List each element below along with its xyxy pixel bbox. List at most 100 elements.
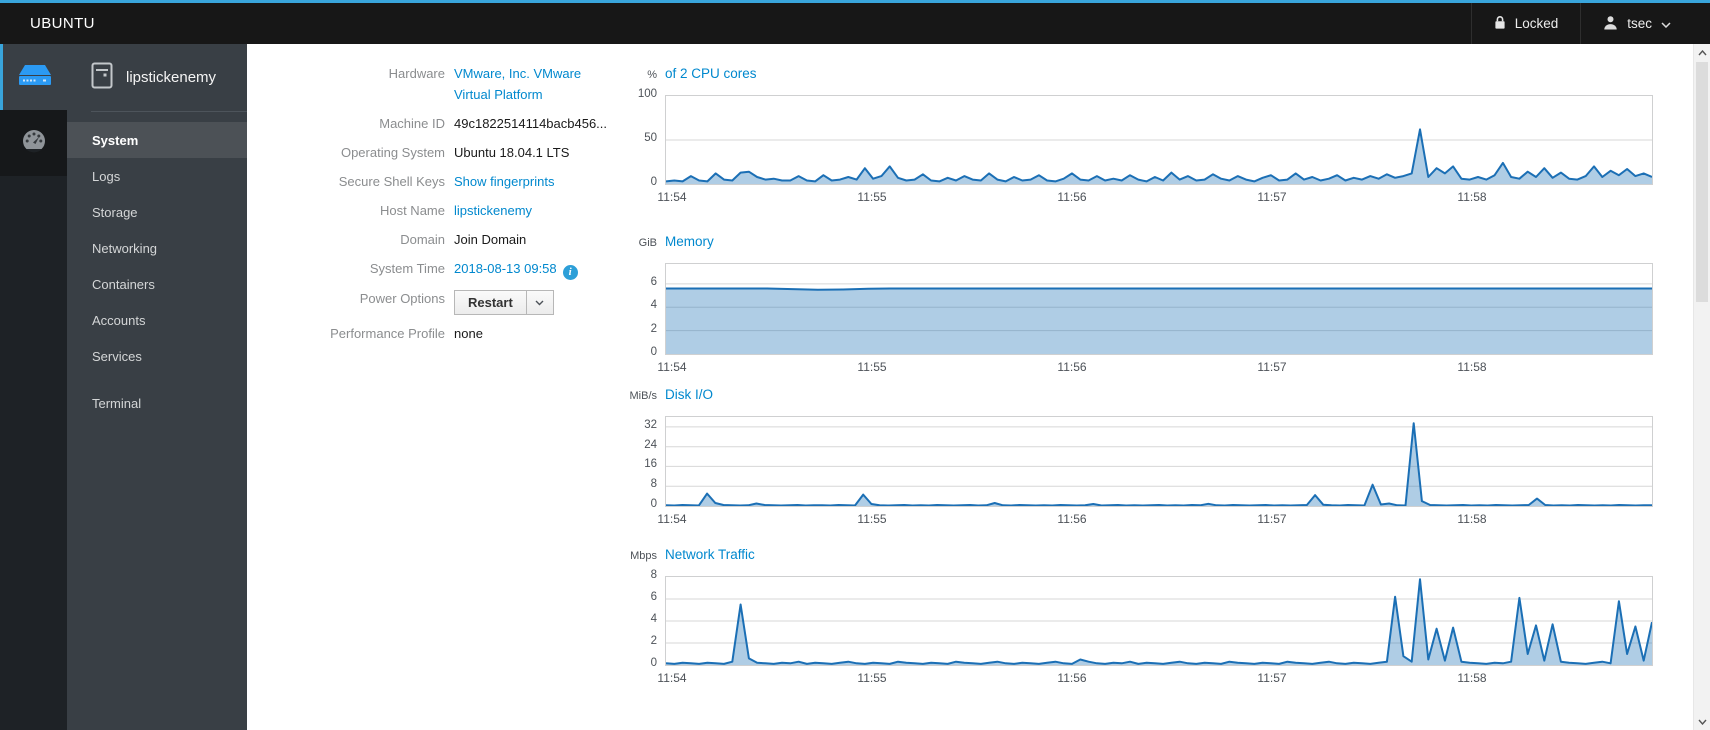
chart-title-link[interactable]: Memory [665,234,714,249]
sidebar-item-terminal[interactable]: Terminal [67,385,247,421]
chart-title-link[interactable]: Network Traffic [665,547,755,562]
chart-network-traffic: Mbps Network Traffic 0 2 4 6 8 11:54 11:55 11:56 1… [595,547,1675,687]
chart-title-link[interactable]: Disk I/O [665,387,713,402]
sidebar-item-system[interactable]: System [67,122,247,158]
y-tick-label: 0 [650,498,657,510]
x-tick-label: 11:55 [857,512,887,526]
detail-value: 49c1822514114bacb456... [454,116,608,131]
sidebar-nav: System Logs Storage Networking Containers Acc… [67,112,247,421]
x-tick-label: 11:58 [1457,512,1487,526]
system-time-link[interactable]: 2018-08-13 09:58 [454,261,557,276]
x-tick-label: 11:56 [1057,671,1087,685]
host-header[interactable]: lipstickenemy [67,44,247,111]
x-tick-label: 11:55 [857,671,887,685]
detail-value: none [454,326,483,341]
chart-header: Mbps Network Traffic [595,547,1675,565]
rail-item-server[interactable] [0,44,67,110]
detail-value-link[interactable]: lipstickenemy [454,203,532,218]
x-tick-label: 11:57 [1257,671,1287,685]
rail-item-dashboard[interactable] [0,110,67,176]
chart-x-axis: 11:54 11:55 11:56 11:57 11:58 [657,512,1675,528]
detail-value: 2018-08-13 09:58 i [445,258,578,280]
sidebar-item-accounts[interactable]: Accounts [67,302,247,338]
detail-value-link[interactable]: VMware, Inc. VMware Virtual Platform [454,66,581,102]
x-tick-label: 11:56 [1057,190,1087,204]
chart-unit-label: GiB [638,237,657,249]
y-tick-label: 4 [650,613,657,625]
y-tick-label: 4 [650,299,657,312]
detail-value-link[interactable]: Show fingerprints [454,174,554,189]
detail-value: Ubuntu 18.04.1 LTS [454,145,570,160]
chart-memory: GiB Memory 0 2 4 6 11:54 11:55 11:56 11:57 11:58 [595,234,1675,376]
detail-value: VMware, Inc. VMware Virtual Platform [445,63,607,105]
sidebar-item-services[interactable]: Services [67,338,247,374]
x-tick-label: 11:57 [1257,190,1287,204]
lock-status-button[interactable]: Locked [1470,3,1581,44]
info-icon[interactable]: i [562,265,578,280]
detail-row-performance-profile: Performance Profile none [247,323,647,344]
detail-row-machine-id: Machine ID 49c1822514114bacb456... [247,113,647,134]
lock-icon [1494,15,1506,33]
chart-plot-area[interactable] [665,95,1653,185]
sidebar-item-storage[interactable]: Storage [67,194,247,230]
sidebar-item-containers[interactable]: Containers [67,266,247,302]
sidebar-item-networking[interactable]: Networking [67,230,247,266]
chart-header: % of 2 CPU cores [595,66,1675,84]
chart-plot-area[interactable] [665,416,1653,507]
chart-header: MiB/s Disk I/O [595,387,1675,405]
chart-plot-area[interactable] [665,576,1653,666]
x-tick-label: 11:58 [1457,671,1487,685]
lock-status-label: Locked [1514,16,1559,31]
x-tick-label: 11:54 [657,671,687,685]
vertical-scrollbar[interactable] [1693,44,1710,730]
restart-dropdown-caret[interactable] [526,290,554,315]
detail-value: Join Domain [454,232,527,247]
detail-row-host-name: Host Name lipstickenemy [247,200,647,221]
topbar-right-group: Locked tsec [1470,3,1693,44]
chart-plot-area[interactable] [665,263,1653,355]
scrollbar-thumb[interactable] [1696,62,1708,302]
user-menu-button[interactable]: tsec [1580,3,1693,44]
brand-label: UBUNTU [30,15,95,32]
x-tick-label: 11:56 [1057,512,1087,526]
detail-label: Operating System [340,145,445,160]
y-tick-label: 32 [644,418,657,431]
chart-unit-label: MiB/s [629,390,658,402]
x-tick-label: 11:56 [1057,360,1087,374]
y-tick-label: 6 [650,591,657,603]
chart-unit-label: Mbps [630,550,657,562]
power-options-button-group: Restart [454,290,554,315]
detail-row-power-options: Power Options Restart [247,288,647,315]
chart-of-2-cpu-cores: % of 2 CPU cores 0 50 100 11:54 11:55 11:56 11:5… [595,66,1675,206]
y-tick-label: 2 [650,322,657,335]
x-tick-label: 11:54 [657,190,687,204]
user-name-label: tsec [1627,16,1652,31]
scroll-up-arrow-icon[interactable] [1694,44,1710,61]
detail-value: Restart [445,288,554,315]
sidebar: lipstickenemy System Logs Storage Networkin… [67,44,247,730]
detail-row-operating-system: Operating System Ubuntu 18.04.1 LTS [247,142,647,163]
x-tick-label: 11:54 [657,512,687,526]
host-name-label: lipstickenemy [126,69,217,86]
server-icon [18,64,52,91]
sidebar-item-logs[interactable]: Logs [67,158,247,194]
y-tick-label: 0 [650,657,657,669]
chart-y-axis: 0 50 100 [595,88,665,188]
restart-button[interactable]: Restart [454,290,527,315]
detail-label: Host Name [379,203,445,218]
chart-y-axis: 0 2 4 6 [595,263,665,358]
y-tick-label: 2 [650,635,657,647]
chart-disk-i-o: MiB/s Disk I/O 0 8 16 24 32 11:54 11:55 11:56 11:5… [595,387,1675,528]
chart-header: GiB Memory [595,234,1675,252]
y-tick-label: 0 [650,176,657,188]
y-tick-label: 8 [650,478,657,491]
scroll-down-arrow-icon[interactable] [1694,713,1710,730]
chart-title-link[interactable]: of 2 CPU cores [665,66,757,81]
chart-x-axis: 11:54 11:55 11:56 11:57 11:58 [657,360,1675,376]
y-tick-label: 16 [644,458,657,471]
detail-label: Secure Shell Keys [338,174,445,189]
detail-row-secure-shell-keys: Secure Shell Keys Show fingerprints [247,171,647,192]
user-icon [1603,15,1618,33]
x-tick-label: 11:55 [857,360,887,374]
x-tick-label: 11:54 [657,360,687,374]
